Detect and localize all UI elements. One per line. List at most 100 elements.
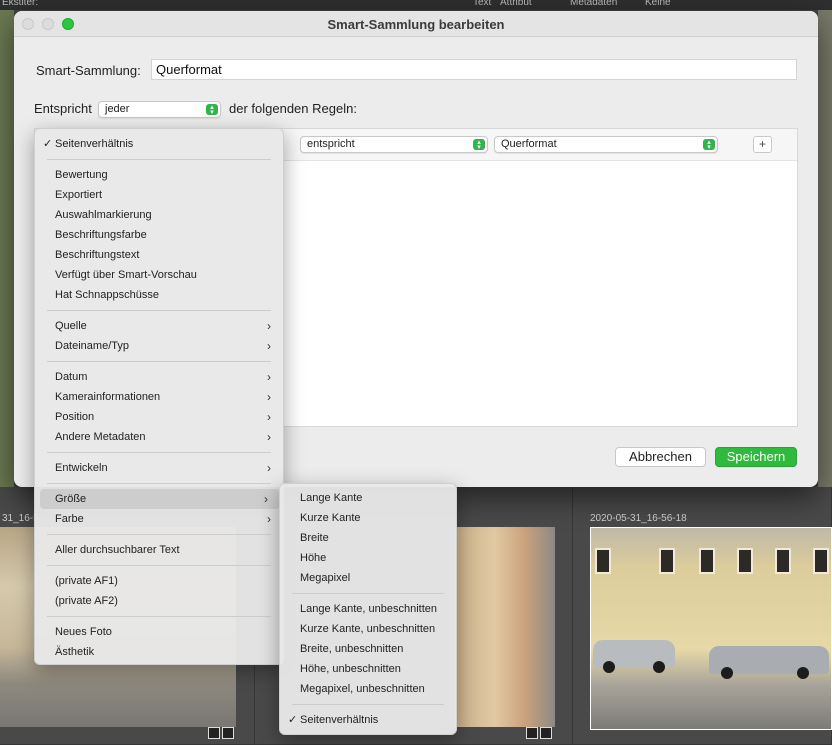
menu-item-pick-flag[interactable]: Auswahlmarkierung	[35, 205, 283, 225]
rule-value-text: Querformat	[501, 138, 557, 150]
rule-operator-select[interactable]: entspricht ▴ ▾	[300, 136, 488, 153]
rule-value-select[interactable]: Querformat ▴ ▾	[494, 136, 718, 153]
menu-separator	[47, 159, 271, 160]
menu-item-label-color[interactable]: Beschriftungsfarbe	[35, 225, 283, 245]
menu-item-snapshots[interactable]: Hat Schnappschüsse	[35, 285, 283, 305]
menu-item-aesthetics[interactable]: Ästhetik	[35, 642, 283, 662]
submenu-item-short-edge[interactable]: Kurze Kante	[280, 508, 456, 528]
edit-badge-icon	[222, 727, 234, 739]
filter-label: Ekstiter:	[2, 0, 39, 8]
menu-item-size[interactable]: Größe ›	[40, 489, 280, 509]
collection-name-label: Smart-Sammlung:	[36, 63, 141, 78]
menu-item-label: Größe	[55, 493, 87, 505]
photo-detail	[813, 548, 829, 574]
photo-detail	[653, 661, 665, 673]
checkmark-icon: ✓	[43, 138, 53, 150]
menu-separator	[292, 704, 444, 705]
chevron-right-icon: ›	[267, 319, 271, 333]
menu-item-label-text[interactable]: Beschriftungstext	[35, 245, 283, 265]
match-suffix-label: der folgenden Regeln:	[229, 101, 357, 116]
menu-item-filename-type[interactable]: Dateiname/Typ ›	[35, 336, 283, 356]
submenu-item-long-edge[interactable]: Lange Kante	[280, 488, 456, 508]
menu-item-rating[interactable]: Bewertung	[35, 165, 283, 185]
submenu-item-megapixel-uncropped[interactable]: Megapixel, unbeschnitten	[280, 679, 456, 699]
submenu-item-width-uncropped[interactable]: Breite, unbeschnitten	[280, 639, 456, 659]
rule-operator-value: entspricht	[307, 138, 355, 150]
menu-item-label: Position	[55, 411, 95, 423]
checkmark-icon: ✓	[288, 714, 298, 726]
submenu-item-height-uncropped[interactable]: Höhe, unbeschnitten	[280, 659, 456, 679]
menu-separator	[47, 310, 271, 311]
match-prefix-label: Entspricht	[34, 101, 92, 116]
menu-item-label: Seitenverhältnis	[55, 138, 134, 150]
menu-separator	[292, 593, 444, 594]
submenu-item-height[interactable]: Höhe	[280, 548, 456, 568]
chevron-right-icon: ›	[267, 390, 271, 404]
popup-arrows-icon: ▴ ▾	[703, 139, 715, 151]
menu-item-label: Kamerainformationen	[55, 391, 161, 403]
thumbnail[interactable]	[590, 527, 832, 730]
size-submenu: Lange Kante Kurze Kante Breite Höhe Mega…	[279, 483, 457, 735]
menu-item-label: Dateiname/Typ	[55, 340, 129, 352]
menu-item-exported[interactable]: Exportiert	[35, 185, 283, 205]
photo-detail	[775, 548, 791, 574]
menu-separator	[47, 452, 271, 453]
submenu-item-short-edge-uncropped[interactable]: Kurze Kante, unbeschnitten	[280, 619, 456, 639]
menu-item-private-af1[interactable]: (private AF1)	[35, 571, 283, 591]
title-bar: Smart-Sammlung bearbeiten	[14, 11, 818, 37]
menu-item-aspect-ratio[interactable]: ✓ Seitenverhältnis	[35, 134, 283, 154]
menu-item-other-metadata[interactable]: Andere Metadaten ›	[35, 427, 283, 447]
library-filter-bar: Ekstiter: Text Attribut Metadaten Keine	[0, 0, 832, 10]
crop-badge-icon	[208, 727, 220, 739]
edit-badge-icon	[540, 727, 552, 739]
rule-field-menu: ✓ Seitenverhältnis Bewertung Exportiert …	[34, 128, 284, 665]
chevron-right-icon: ›	[267, 370, 271, 384]
submenu-item-width[interactable]: Breite	[280, 528, 456, 548]
menu-item-location[interactable]: Position ›	[35, 407, 283, 427]
menu-item-color[interactable]: Farbe ›	[35, 509, 283, 529]
filter-tab-text[interactable]: Text	[473, 0, 491, 8]
photo-detail	[603, 661, 615, 673]
menu-separator	[47, 616, 271, 617]
crop-badge-icon	[526, 727, 538, 739]
submenu-item-aspect-ratio[interactable]: ✓ Seitenverhältnis	[280, 710, 456, 730]
menu-item-camera-info[interactable]: Kamerainformationen ›	[35, 387, 283, 407]
chevron-right-icon: ›	[267, 339, 271, 353]
collection-name-input[interactable]: Querformat	[151, 59, 797, 80]
menu-item-date[interactable]: Datum ›	[35, 367, 283, 387]
menu-item-source[interactable]: Quelle ›	[35, 316, 283, 336]
submenu-item-long-edge-uncropped[interactable]: Lange Kante, unbeschnitten	[280, 599, 456, 619]
add-rule-button[interactable]: +	[753, 136, 772, 153]
menu-separator	[47, 483, 271, 484]
dialog-title: Smart-Sammlung bearbeiten	[327, 17, 505, 32]
menu-item-new-photo[interactable]: Neues Foto	[35, 622, 283, 642]
menu-item-label: Datum	[55, 371, 88, 383]
cell-filename: 2020-05-31_16-56-18	[590, 513, 687, 524]
photo-detail	[737, 548, 753, 574]
menu-item-searchable-text[interactable]: Aller durchsuchbarer Text	[35, 540, 283, 560]
menu-separator	[47, 361, 271, 362]
filter-tab-none[interactable]: Keine	[645, 0, 671, 8]
menu-item-label: Seitenverhältnis	[300, 714, 379, 726]
thumbnail[interactable]	[455, 527, 555, 727]
menu-item-develop[interactable]: Entwickeln ›	[35, 458, 283, 478]
cancel-button[interactable]: Abbrechen	[615, 447, 706, 467]
menu-item-smart-preview[interactable]: Verfügt über Smart-Vorschau	[35, 265, 283, 285]
menu-item-label: Farbe	[55, 513, 84, 525]
photo-detail	[797, 667, 809, 679]
chevron-right-icon: ›	[267, 430, 271, 444]
menu-separator	[47, 565, 271, 566]
match-mode-select[interactable]: jeder ▴ ▾	[98, 101, 221, 118]
photo-detail	[595, 548, 611, 574]
chevron-right-icon: ›	[267, 461, 271, 475]
filter-tab-metadata[interactable]: Metadaten	[570, 0, 617, 8]
grid-cell[interactable]: 2020-05-31_16-56-18	[573, 487, 832, 745]
chevron-right-icon: ›	[267, 410, 271, 424]
menu-item-private-af2[interactable]: (private AF2)	[35, 591, 283, 611]
save-button[interactable]: Speichern	[715, 447, 797, 467]
popup-arrows-icon: ▴ ▾	[206, 104, 218, 116]
chevron-right-icon: ›	[264, 492, 268, 506]
photo-detail	[721, 667, 733, 679]
filter-tab-attribute[interactable]: Attribut	[500, 0, 532, 8]
submenu-item-megapixel[interactable]: Megapixel	[280, 568, 456, 588]
